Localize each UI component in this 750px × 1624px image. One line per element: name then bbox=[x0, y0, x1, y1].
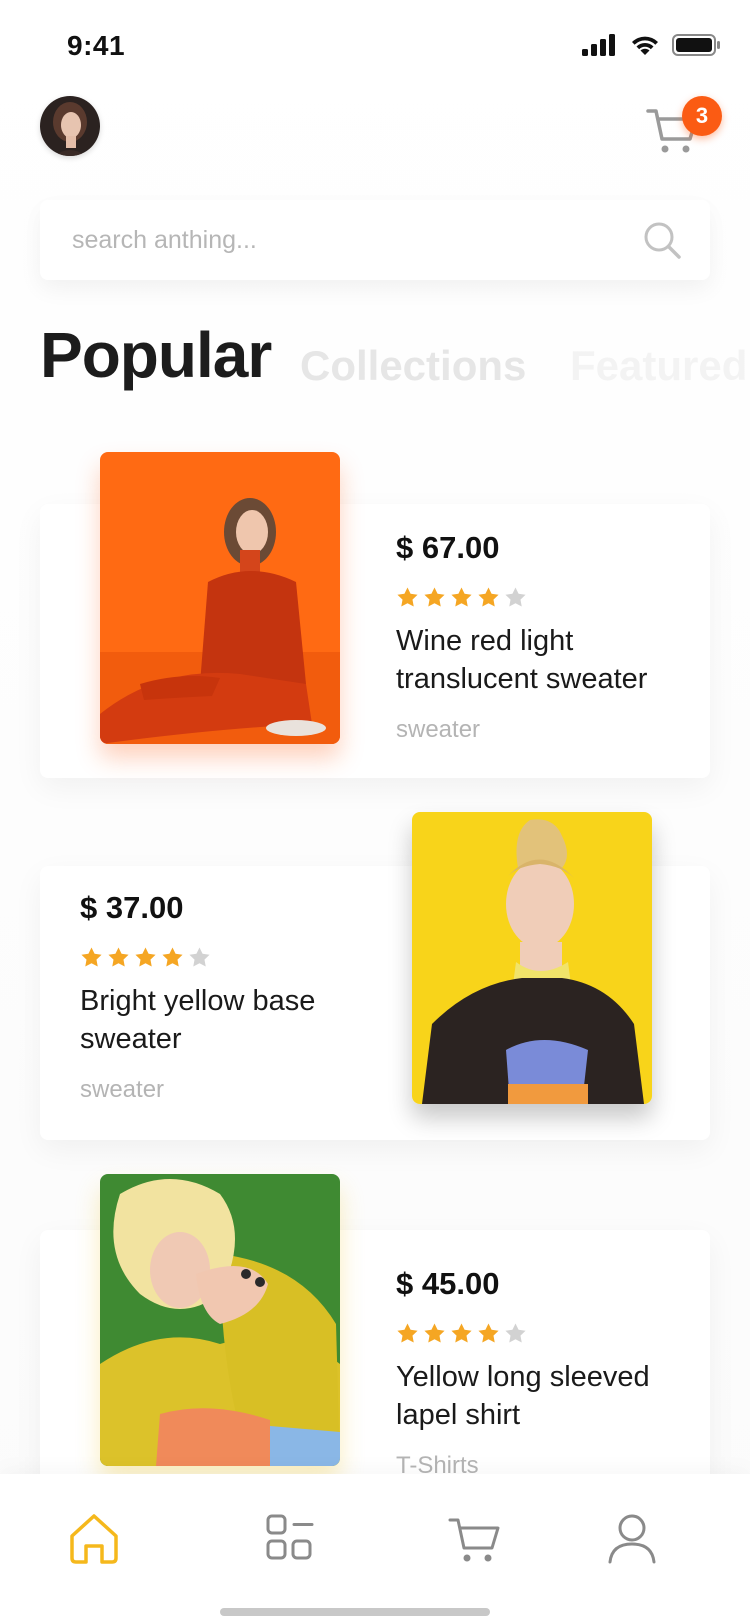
nav-home[interactable] bbox=[66, 1510, 126, 1570]
star-icon bbox=[478, 587, 499, 607]
product-rating bbox=[80, 946, 370, 972]
product-name[interactable]: Bright yellow base sweater bbox=[80, 982, 370, 1058]
nav-categories[interactable] bbox=[262, 1510, 322, 1570]
star-icon bbox=[451, 587, 472, 607]
product-info: $ 67.00 Wine red light translucent sweat… bbox=[396, 530, 686, 744]
app-screen: 9:41 3 search anthing... Popular Collect… bbox=[0, 0, 750, 1624]
product-price: $ 67.00 bbox=[396, 530, 500, 565]
search-icon[interactable] bbox=[642, 220, 682, 260]
star-empty-icon bbox=[505, 1323, 526, 1343]
star-icon bbox=[451, 1323, 472, 1343]
product-photo bbox=[100, 452, 340, 744]
product-photo bbox=[412, 812, 652, 1104]
bottom-navigation bbox=[0, 1474, 750, 1624]
star-icon bbox=[424, 587, 445, 607]
star-empty-icon bbox=[505, 587, 526, 607]
product-photo bbox=[100, 1174, 340, 1466]
star-icon bbox=[108, 947, 129, 967]
product-image[interactable] bbox=[100, 452, 340, 744]
product-category: sweater bbox=[80, 1076, 165, 1103]
star-icon bbox=[162, 947, 183, 967]
star-icon bbox=[81, 947, 102, 967]
tab-popular[interactable]: Popular bbox=[40, 318, 272, 392]
nav-profile[interactable] bbox=[604, 1510, 664, 1570]
status-time: 9:41 bbox=[67, 30, 126, 61]
cart-count-badge: 3 bbox=[682, 96, 722, 136]
star-icon bbox=[397, 587, 418, 607]
star-icon bbox=[135, 947, 156, 967]
category-tabs: Popular Collections Featured bbox=[40, 318, 750, 408]
home-icon bbox=[70, 1514, 118, 1564]
product-rating bbox=[396, 1322, 686, 1348]
product-rating bbox=[396, 586, 686, 612]
product-image[interactable] bbox=[412, 812, 652, 1104]
avatar[interactable] bbox=[40, 96, 100, 156]
product-category: sweater bbox=[396, 716, 481, 743]
nav-cart[interactable] bbox=[446, 1510, 506, 1570]
star-icon bbox=[397, 1323, 418, 1343]
star-icon bbox=[424, 1323, 445, 1343]
status-icons bbox=[582, 34, 720, 56]
search-input[interactable] bbox=[70, 200, 610, 280]
wifi-icon bbox=[632, 36, 658, 55]
star-empty-icon bbox=[189, 947, 210, 967]
signal-icon bbox=[582, 34, 615, 56]
product-image[interactable] bbox=[100, 1174, 340, 1466]
home-indicator[interactable] bbox=[220, 1608, 490, 1616]
product-price: $ 37.00 bbox=[80, 890, 184, 925]
product-info: $ 45.00 Yellow long sleeved lapel shirt … bbox=[396, 1266, 686, 1480]
tab-featured[interactable]: Featured bbox=[570, 342, 747, 390]
tab-collections[interactable]: Collections bbox=[300, 342, 526, 390]
star-icon bbox=[478, 1323, 499, 1343]
cart-icon bbox=[448, 1518, 500, 1562]
product-info: $ 37.00 Bright yellow base sweater sweat… bbox=[80, 890, 370, 1104]
categories-icon bbox=[266, 1514, 314, 1560]
search-bar bbox=[40, 200, 710, 280]
product-name[interactable]: Yellow long sleeved lapel shirt bbox=[396, 1358, 686, 1434]
battery-icon bbox=[672, 34, 720, 56]
avatar-image bbox=[40, 96, 100, 156]
product-name[interactable]: Wine red light translucent sweater bbox=[396, 622, 686, 698]
status-bar: 9:41 bbox=[0, 0, 750, 90]
product-price: $ 45.00 bbox=[396, 1266, 500, 1301]
profile-icon bbox=[608, 1514, 656, 1564]
